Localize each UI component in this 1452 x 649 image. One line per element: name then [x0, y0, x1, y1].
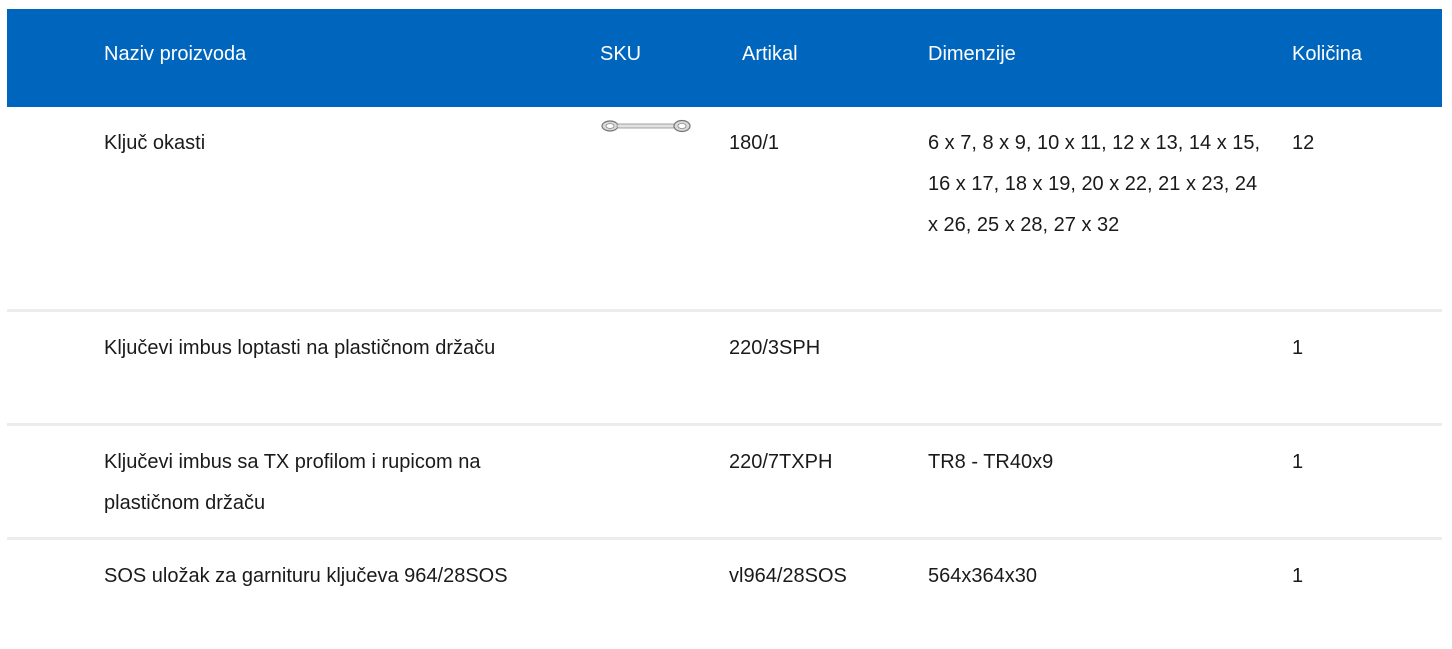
product-quantity: 12: [1292, 132, 1315, 154]
table-row: SOS uložak za garnituru ključeva 964/28S…: [7, 540, 1442, 648]
header-quantity: Količina: [1292, 43, 1363, 65]
table-row: Ključevi imbus sa TX profilom i rupicom …: [7, 426, 1442, 540]
table-header: Naziv proizvoda SKU Artikal Dimenzije Ko…: [7, 9, 1442, 107]
product-quantity: 1: [1292, 451, 1304, 473]
product-article: 220/7TXPH: [729, 451, 833, 473]
product-dimensions: 6 x 7, 8 x 9, 10 x 11, 12 x 13, 14 x 15,…: [928, 132, 1261, 236]
product-dimensions: 564x364x30: [928, 565, 1037, 587]
ring-wrench-icon[interactable]: [600, 118, 692, 134]
product-article: vl964/28SOS: [729, 565, 847, 587]
product-name: SOS uložak za garnituru ključeva 964/28S…: [104, 565, 508, 587]
product-dimensions: TR8 - TR40x9: [928, 451, 1054, 473]
header-name: Naziv proizvoda: [104, 43, 247, 65]
product-name: Ključ okasti: [104, 132, 206, 154]
product-article: 180/1: [729, 132, 780, 154]
product-table: Naziv proizvoda SKU Artikal Dimenzije Ko…: [7, 9, 1442, 648]
header-article: Artikal: [742, 43, 798, 65]
product-quantity: 1: [1292, 565, 1304, 587]
table-row: Ključevi imbus loptasti na plastičnom dr…: [7, 312, 1442, 426]
product-article: 220/3SPH: [729, 337, 821, 359]
product-name: Ključevi imbus sa TX profilom i rupicom …: [104, 451, 481, 514]
header-sku: SKU: [600, 43, 642, 65]
header-dimensions: Dimenzije: [928, 43, 1016, 65]
product-name: Ključevi imbus loptasti na plastičnom dr…: [104, 337, 496, 359]
product-quantity: 1: [1292, 337, 1304, 359]
table-row: Ključ okasti 180/1 6 x 7, 8 x 9, 10 x 11…: [7, 107, 1442, 312]
